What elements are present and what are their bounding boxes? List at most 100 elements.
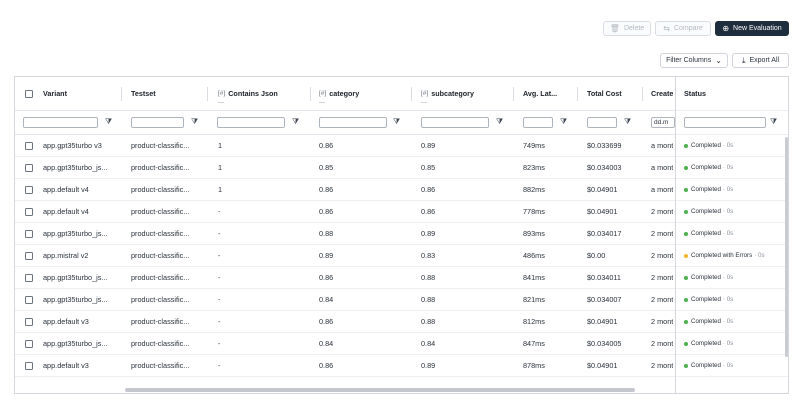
cell-total-cost: $0.034005 bbox=[587, 339, 622, 348]
contains-json-filter-cell bbox=[217, 111, 285, 134]
subcategory-filter-input[interactable] bbox=[421, 117, 489, 128]
row-checkbox-cell bbox=[25, 135, 33, 156]
row-checkbox-cell bbox=[25, 179, 33, 200]
header-status[interactable]: Status bbox=[676, 77, 788, 111]
contains-json-filter-input[interactable] bbox=[217, 117, 285, 128]
row-checkbox[interactable] bbox=[25, 229, 33, 238]
table-row[interactable]: app.gpt35turbo v3 product-classific... 1 0.… bbox=[15, 135, 675, 157]
table-row[interactable]: app.mistral v2 product-classific... - 0.89 0… bbox=[15, 245, 675, 267]
column-resize-handle[interactable] bbox=[411, 87, 412, 101]
filter-icon[interactable]: ⧩ bbox=[560, 117, 567, 127]
row-checkbox-cell bbox=[25, 201, 33, 222]
status-dot bbox=[684, 253, 688, 258]
filter-icon[interactable]: ⧩ bbox=[393, 117, 400, 127]
header-total-cost[interactable]: Total Cost bbox=[587, 77, 622, 110]
row-checkbox[interactable] bbox=[25, 163, 33, 172]
header-avg-latency[interactable]: Avg. Lat... bbox=[523, 77, 557, 110]
cell-testset: product-classific... bbox=[131, 229, 190, 238]
filter-icon[interactable]: ⧩ bbox=[191, 117, 198, 127]
column-resize-handle[interactable] bbox=[642, 87, 643, 101]
row-checkbox[interactable] bbox=[25, 251, 33, 260]
table-row[interactable]: app.gpt35turbo_js... product-classific...… bbox=[15, 157, 675, 179]
status-duration: · 0s bbox=[722, 318, 734, 325]
category-filter-input[interactable] bbox=[319, 117, 387, 128]
status-text: Completed bbox=[691, 230, 721, 237]
cell-subcategory: 0.89 bbox=[421, 361, 436, 370]
select-all-checkbox[interactable] bbox=[25, 89, 33, 98]
filter-icon[interactable]: ⧩ bbox=[496, 117, 503, 127]
row-checkbox[interactable] bbox=[25, 317, 33, 326]
export-all-button[interactable]: ⤓ Export All bbox=[732, 53, 789, 68]
cell-category: 0.86 bbox=[319, 273, 334, 282]
row-checkbox-cell bbox=[25, 245, 33, 266]
table-row[interactable]: app.default v4 product-classific... 1 0.86 0… bbox=[15, 179, 675, 201]
cell-avg-latency: 893ms bbox=[523, 229, 545, 238]
table-row[interactable]: app.gpt35turbo_js... product-classific...… bbox=[15, 333, 675, 355]
row-checkbox[interactable] bbox=[25, 185, 33, 194]
filter-icon[interactable]: ⧩ bbox=[624, 117, 631, 127]
filter-icon[interactable]: ⧩ bbox=[105, 117, 112, 127]
header-created[interactable]: Create bbox=[651, 77, 673, 110]
cell-testset: product-classific... bbox=[131, 339, 190, 348]
column-resize-handle[interactable] bbox=[577, 87, 578, 101]
table-row[interactable]: app.gpt35turbo_js... product-classific...… bbox=[15, 289, 675, 311]
compare-button[interactable]: ⇆ Compare bbox=[655, 21, 711, 36]
status-text: Completed bbox=[691, 340, 721, 347]
status-duration: · 0s bbox=[722, 340, 734, 347]
compare-icon: ⇆ bbox=[663, 23, 670, 33]
cell-contains-json: 1 bbox=[218, 163, 223, 172]
vertical-scrollbar[interactable] bbox=[785, 137, 788, 357]
delete-button[interactable]: 🗑 Delete bbox=[603, 21, 651, 36]
cell-category: 0.86 bbox=[319, 141, 334, 150]
status-dot bbox=[684, 363, 688, 368]
cell-testset: product-classific... bbox=[131, 163, 190, 172]
filter-columns-button[interactable]: Filter Columns ⌄ bbox=[660, 53, 728, 68]
filter-icon[interactable]: ⧩ bbox=[770, 117, 777, 127]
row-checkbox[interactable] bbox=[25, 361, 33, 370]
cell-subcategory: 0.88 bbox=[421, 295, 436, 304]
filter-columns-label: Filter Columns bbox=[666, 57, 712, 64]
table-row[interactable]: app.default v3 product-classific... - 0.86 0… bbox=[15, 311, 675, 333]
row-checkbox[interactable] bbox=[25, 207, 33, 216]
row-checkbox-cell bbox=[25, 333, 33, 354]
column-resize-handle[interactable] bbox=[310, 87, 311, 101]
new-evaluation-button[interactable]: ⊕ New Evaluation bbox=[715, 21, 789, 36]
status-duration: · 0s bbox=[754, 252, 765, 259]
row-checkbox[interactable] bbox=[25, 141, 33, 150]
header-contains-json[interactable]: [#] Contains Json bbox=[218, 77, 278, 110]
header-testset[interactable]: Testset bbox=[131, 77, 156, 110]
header-category-sub: — bbox=[319, 100, 325, 106]
created-filter-input[interactable]: dd.m bbox=[651, 117, 675, 128]
header-contains-json-label: Contains Json bbox=[228, 89, 278, 98]
latency-filter-input[interactable] bbox=[523, 117, 553, 128]
column-resize-handle[interactable] bbox=[121, 87, 122, 101]
header-variant[interactable]: Variant bbox=[43, 77, 67, 110]
status-dot bbox=[684, 341, 688, 346]
cell-total-cost: $0.04901 bbox=[587, 207, 618, 216]
status-filter-input[interactable] bbox=[684, 117, 766, 128]
row-checkbox[interactable] bbox=[25, 339, 33, 348]
row-checkbox[interactable] bbox=[25, 273, 33, 282]
status-cell: Completed · 0s bbox=[676, 267, 788, 289]
cell-contains-json: 1 bbox=[218, 185, 223, 194]
column-resize-handle[interactable] bbox=[207, 87, 208, 101]
variant-filter-input[interactable] bbox=[23, 117, 98, 128]
table-header-row: Variant Testset [#] Contains Json — [#] … bbox=[15, 77, 675, 111]
cell-variant: app.gpt35turbo_js... bbox=[43, 229, 108, 238]
testset-filter-input[interactable] bbox=[131, 117, 184, 128]
table-row[interactable]: app.gpt35turbo_js... product-classific...… bbox=[15, 223, 675, 245]
header-category[interactable]: [#] category bbox=[319, 77, 359, 110]
table-filter-row: ⧩ ⧩ ⧩ ⧩ ⧩ ⧩ ⧩ dd.m bbox=[15, 111, 675, 135]
table-row[interactable]: app.default v4 product-classific... - 0.86 0… bbox=[15, 201, 675, 223]
cost-filter-input[interactable] bbox=[587, 117, 617, 128]
compare-button-label: Compare bbox=[673, 25, 703, 32]
cell-total-cost: $0.034003 bbox=[587, 163, 622, 172]
filter-icon[interactable]: ⧩ bbox=[292, 117, 299, 127]
row-checkbox[interactable] bbox=[25, 295, 33, 304]
cell-contains-json: - bbox=[218, 317, 221, 326]
header-subcategory[interactable]: [#] subcategory bbox=[421, 77, 474, 110]
table-row[interactable]: app.gpt35turbo_js... product-classific...… bbox=[15, 267, 675, 289]
horizontal-scrollbar[interactable] bbox=[125, 388, 635, 392]
table-row[interactable]: app.default v3 product-classific... - 0.86 0… bbox=[15, 355, 675, 377]
column-resize-handle[interactable] bbox=[513, 87, 514, 101]
